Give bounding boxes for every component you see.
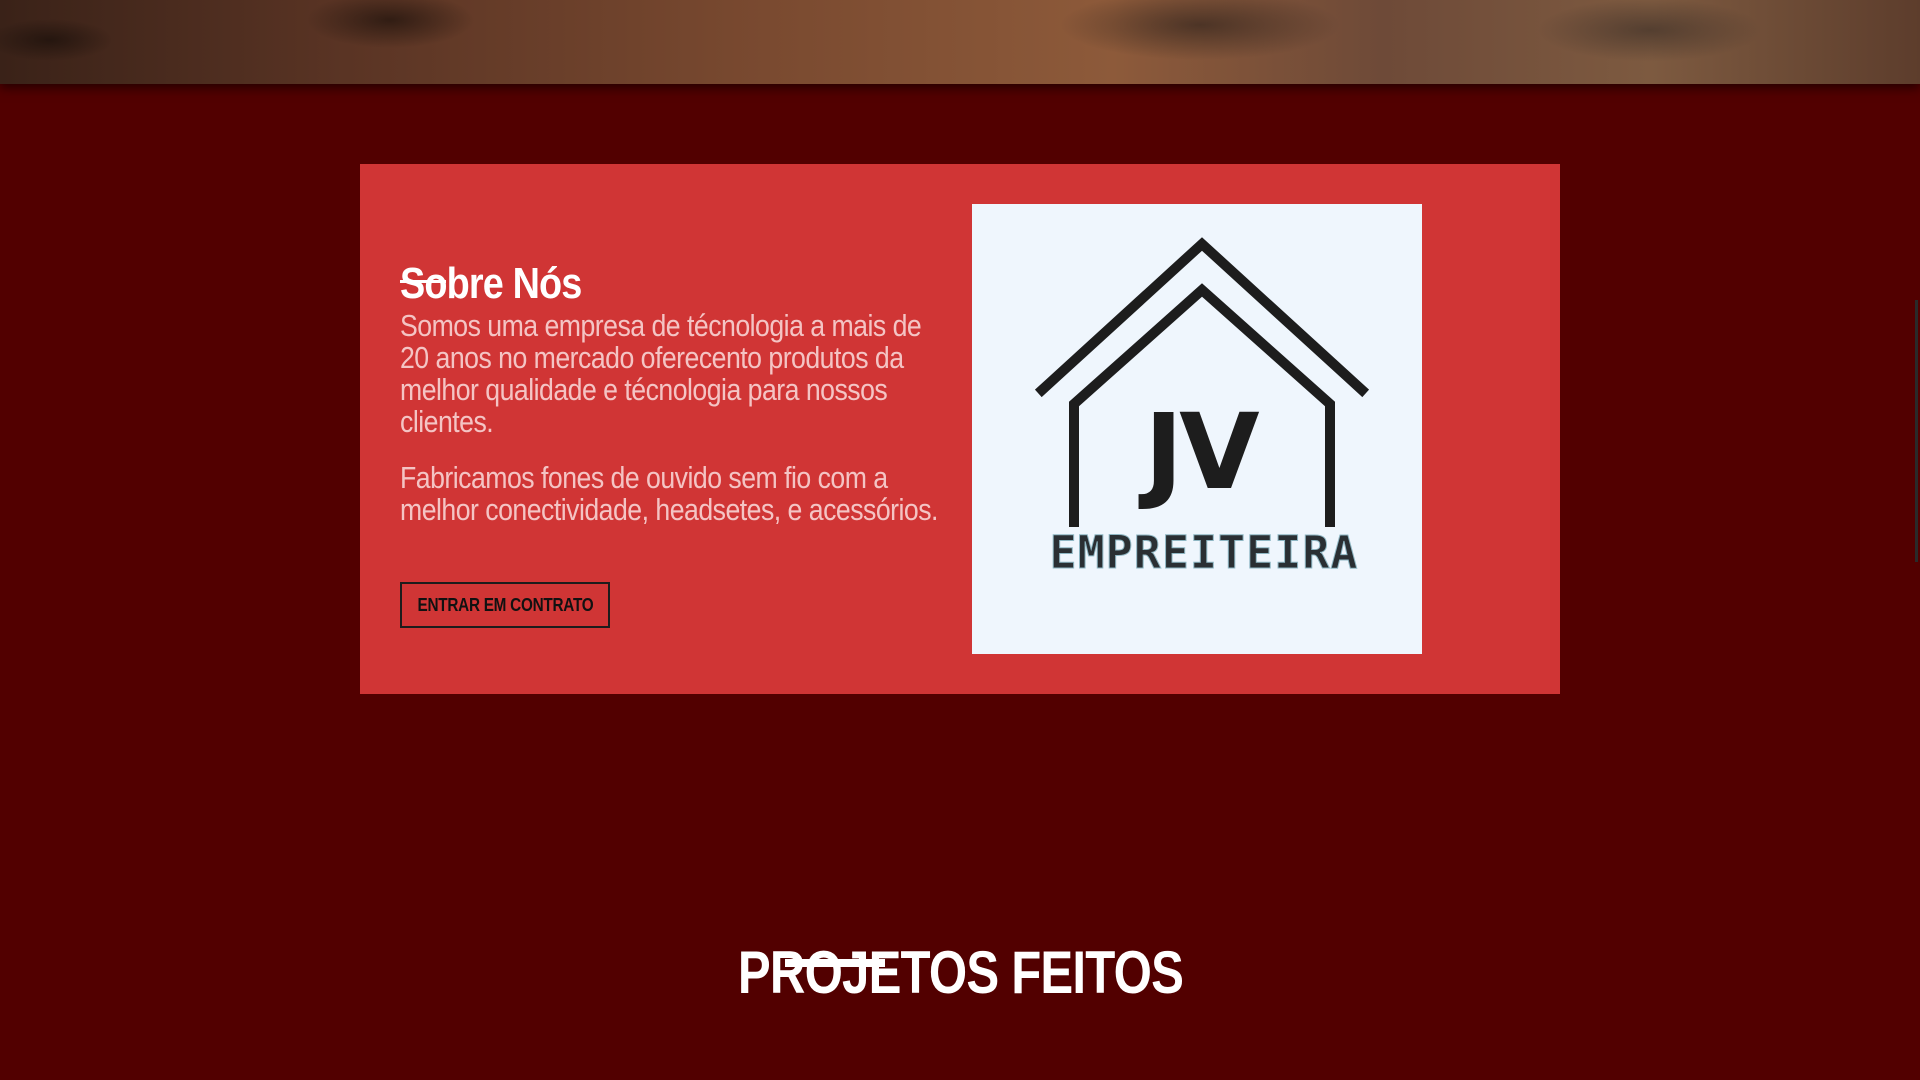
projects-heading: PROJETOS FEITOS (0, 938, 1920, 1006)
hero-image-bottom (0, 0, 1920, 84)
company-logo: JV EMPREITEIRA (972, 204, 1422, 654)
logo-mark: JV (1144, 391, 1259, 513)
projects-heading-text: PROJETOS FEITOS (737, 938, 1183, 1006)
contract-button[interactable]: ENTRAR EM CONTRATO (400, 582, 610, 628)
page: Sobre Nós Somos uma empresa de técnologi… (0, 0, 1920, 1080)
logo-subtitle: EMPREITEIRA (1049, 526, 1359, 579)
about-paragraph-2: Fabricamos fones de ouvido sem fio com a… (400, 460, 938, 527)
about-section: Sobre Nós Somos uma empresa de técnologi… (360, 164, 1560, 694)
projects-heading-underline (785, 959, 885, 967)
title-underline (400, 280, 446, 283)
scrollbar-thumb[interactable] (1915, 300, 1918, 562)
hero-texture (0, 0, 1920, 84)
about-title: Sobre Nós (400, 258, 582, 308)
contract-button-label: ENTRAR EM CONTRATO (417, 594, 593, 615)
about-paragraph-1: Somos uma empresa de técnologia a mais d… (400, 308, 922, 439)
